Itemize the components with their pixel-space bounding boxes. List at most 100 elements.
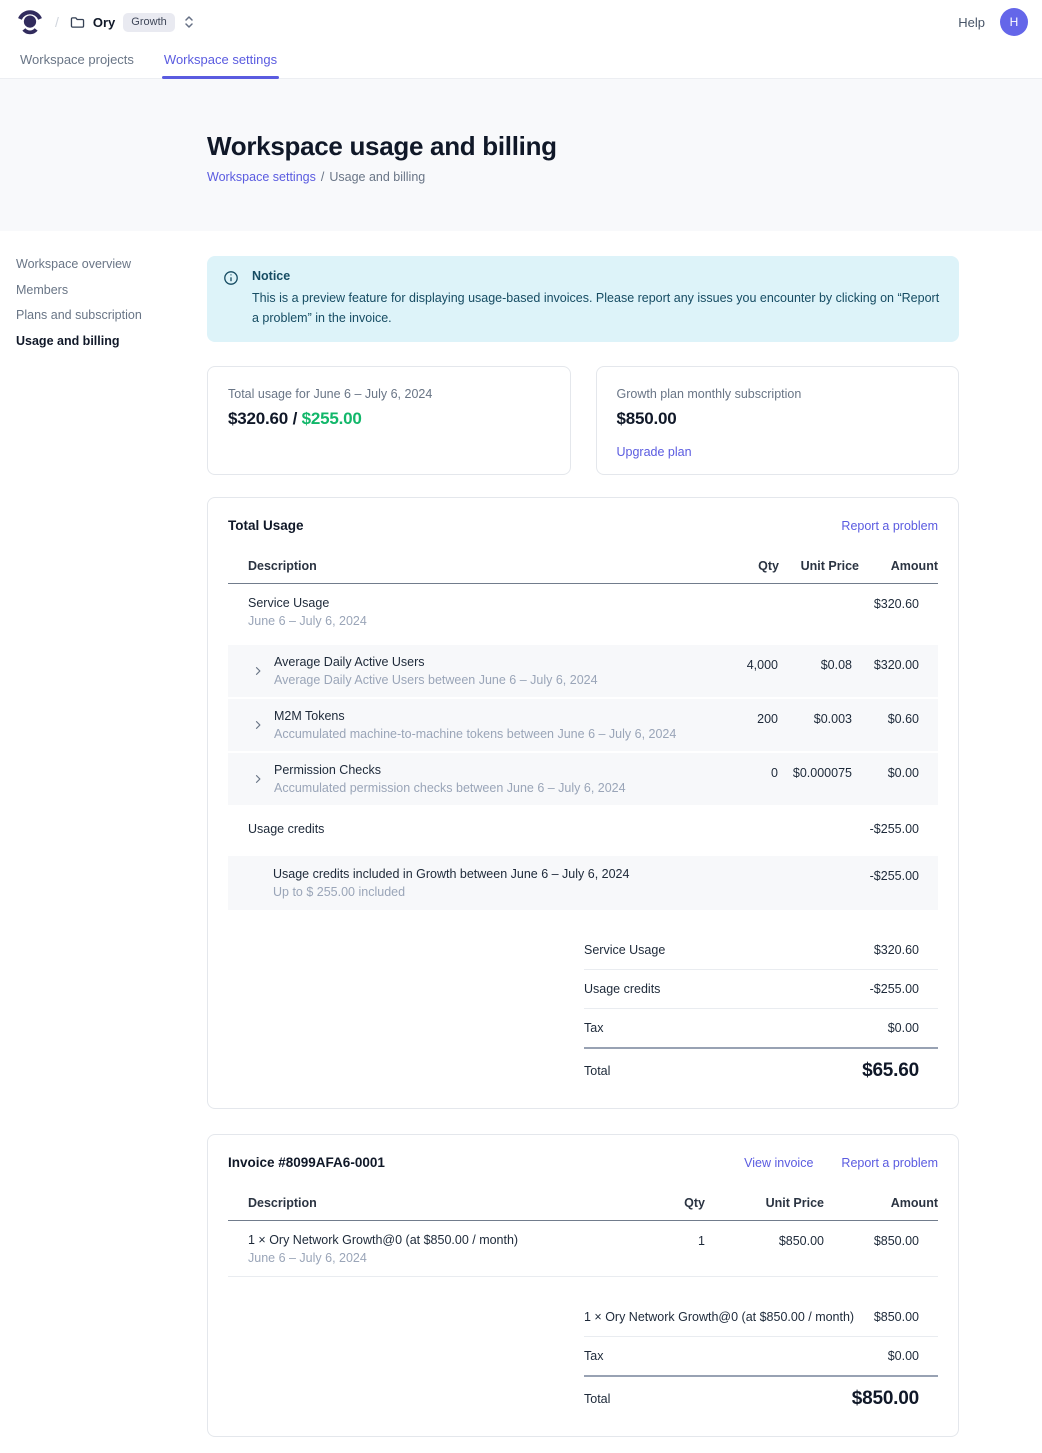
avatar[interactable]: H: [1000, 8, 1028, 36]
summary-row-line: 1 × Ory Network Growth@0 (at $850.00 / m…: [584, 1298, 938, 1337]
view-invoice-link[interactable]: View invoice: [744, 1156, 813, 1170]
upgrade-plan-link[interactable]: Upgrade plan: [617, 445, 692, 459]
breadcrumb-link-workspace-settings[interactable]: Workspace settings: [207, 170, 316, 184]
total-label: Total: [584, 1064, 610, 1078]
total-usage-value: $320.60 / $255.00: [228, 409, 550, 429]
total-usage-card: Total usage for June 6 – July 6, 2024 $3…: [207, 366, 571, 475]
plan-value: $850.00: [617, 409, 939, 429]
notice-banner: Notice This is a preview feature for dis…: [207, 256, 959, 342]
total-label: Total: [584, 1392, 610, 1406]
usage-separator: /: [288, 409, 302, 428]
line-item-qty: 4,000: [689, 645, 779, 698]
workspace-switcher[interactable]: Ory Growth: [70, 13, 195, 32]
invoice-panel-head: Invoice #8099AFA6-0001 View invoice Repo…: [228, 1155, 938, 1170]
usage-credit-amount: $255.00: [302, 409, 362, 428]
line-item-qty: 0: [689, 752, 779, 806]
invoice-table: Description Qty Unit Price Amount 1 × Or…: [228, 1186, 938, 1277]
service-usage-amount: $320.60: [859, 584, 938, 640]
credits-detail-subtitle: Up to $ 255.00 included: [273, 885, 689, 899]
total-usage-title: Total Usage: [228, 518, 304, 533]
total-usage-label: Total usage for June 6 – July 6, 2024: [228, 387, 550, 401]
selector-icon: [183, 15, 195, 29]
nav-left-group: / Ory Growth: [16, 8, 195, 36]
invoice-line-qty: 1: [615, 1221, 751, 1277]
summary-row-usage-credits: Usage credits -$255.00: [584, 970, 938, 1009]
report-problem-link[interactable]: Report a problem: [841, 519, 938, 533]
ory-logo[interactable]: [16, 8, 44, 36]
service-usage-title: Service Usage: [248, 596, 689, 610]
summary-label: Usage credits: [584, 982, 660, 996]
credits-detail-row: Usage credits included in Growth between…: [228, 856, 938, 910]
usage-credits-row: Usage credits -$255.00: [228, 806, 938, 850]
sidebar-item-members[interactable]: Members: [16, 284, 197, 297]
summary-row-total: Total $850.00: [584, 1377, 938, 1412]
stat-cards: Total usage for June 6 – July 6, 2024 $3…: [207, 366, 959, 475]
summary-label: Tax: [584, 1021, 603, 1035]
usage-credits-amount: -$255.00: [859, 806, 938, 850]
nav-breadcrumb-separator: /: [55, 14, 59, 30]
summary-value: $0.00: [888, 1021, 919, 1035]
sidebar-item-workspace-overview[interactable]: Workspace overview: [16, 258, 197, 271]
line-item-row: Average Daily Active Users Average Daily…: [228, 645, 938, 698]
chevron-right-icon[interactable]: [252, 665, 264, 677]
col-qty: Qty: [615, 1186, 751, 1221]
summary-value: $850.00: [874, 1310, 919, 1324]
line-item-subtitle: Average Daily Active Users between June …: [274, 673, 598, 687]
sidebar-item-usage-and-billing[interactable]: Usage and billing: [16, 335, 197, 348]
info-icon: [223, 270, 239, 328]
page-title: Workspace usage and billing: [207, 131, 1042, 161]
line-item-title: M2M Tokens: [274, 709, 676, 723]
usage-table: Description Qty Unit Price Amount Servic…: [228, 549, 938, 910]
plan-badge: Growth: [123, 13, 174, 32]
line-item-row: Permission Checks Accumulated permission…: [228, 752, 938, 806]
total-value: $850.00: [852, 1388, 919, 1410]
breadcrumb: Workspace settings/Usage and billing: [207, 170, 1042, 184]
nav-right-group: Help H: [958, 8, 1028, 36]
notice-content: Notice This is a preview feature for dis…: [252, 269, 943, 328]
breadcrumb-current: Usage and billing: [329, 170, 425, 184]
chevron-right-icon[interactable]: [252, 719, 264, 731]
line-item-amount: $0.60: [859, 698, 938, 752]
page-header: Workspace usage and billing Workspace se…: [0, 79, 1042, 231]
line-item-subtitle: Accumulated permission checks between Ju…: [274, 781, 626, 795]
summary-row-total: Total $65.60: [584, 1049, 938, 1084]
folder-icon: [70, 16, 85, 29]
usage-table-header: Description Qty Unit Price Amount: [228, 549, 938, 584]
summary-label: 1 × Ory Network Growth@0 (at $850.00 / m…: [584, 1310, 854, 1324]
tab-workspace-settings[interactable]: Workspace settings: [162, 44, 279, 78]
line-item-title: Average Daily Active Users: [274, 655, 598, 669]
invoice-summary: 1 × Ory Network Growth@0 (at $850.00 / m…: [228, 1298, 938, 1412]
usage-credits-label: Usage credits: [248, 822, 689, 836]
invoice-panel: Invoice #8099AFA6-0001 View invoice Repo…: [207, 1134, 959, 1437]
total-usage-panel-head: Total Usage Report a problem: [228, 518, 938, 533]
col-unit-price: Unit Price: [779, 549, 859, 584]
invoice-line-row: 1 × Ory Network Growth@0 (at $850.00 / m…: [228, 1221, 938, 1277]
settings-sidebar: Workspace overview Members Plans and sub…: [0, 231, 207, 360]
col-unit-price: Unit Price: [751, 1186, 859, 1221]
line-item-amount: $0.00: [859, 752, 938, 806]
invoice-line-unit-price: $850.00: [751, 1221, 859, 1277]
col-description: Description: [228, 1186, 615, 1221]
line-item-qty: 200: [689, 698, 779, 752]
line-item-subtitle: Accumulated machine-to-machine tokens be…: [274, 727, 676, 741]
chevron-right-icon[interactable]: [252, 773, 264, 785]
main-content: Notice This is a preview feature for dis…: [207, 231, 959, 1453]
plan-label: Growth plan monthly subscription: [617, 387, 939, 401]
tab-workspace-projects[interactable]: Workspace projects: [18, 44, 136, 78]
service-usage-period: June 6 – July 6, 2024: [248, 614, 689, 628]
help-link[interactable]: Help: [958, 15, 985, 30]
usage-summary: Service Usage $320.60 Usage credits -$25…: [228, 931, 938, 1084]
plan-card: Growth plan monthly subscription $850.00…: [596, 366, 960, 475]
invoice-title: Invoice #8099AFA6-0001: [228, 1155, 385, 1170]
summary-row-tax: Tax $0.00: [584, 1009, 938, 1049]
invoice-table-header: Description Qty Unit Price Amount: [228, 1186, 938, 1221]
invoice-line-period: June 6 – July 6, 2024: [248, 1251, 615, 1265]
summary-value: -$255.00: [870, 982, 919, 996]
workspace-name: Ory: [93, 15, 115, 30]
col-description: Description: [228, 549, 689, 584]
summary-row-service-usage: Service Usage $320.60: [584, 931, 938, 970]
workspace-tabs: Workspace projects Workspace settings: [0, 44, 1042, 79]
report-problem-link[interactable]: Report a problem: [841, 1156, 938, 1170]
sidebar-item-plans-and-subscription[interactable]: Plans and subscription: [16, 309, 197, 322]
service-usage-row: Service Usage June 6 – July 6, 2024 $320…: [228, 584, 938, 640]
